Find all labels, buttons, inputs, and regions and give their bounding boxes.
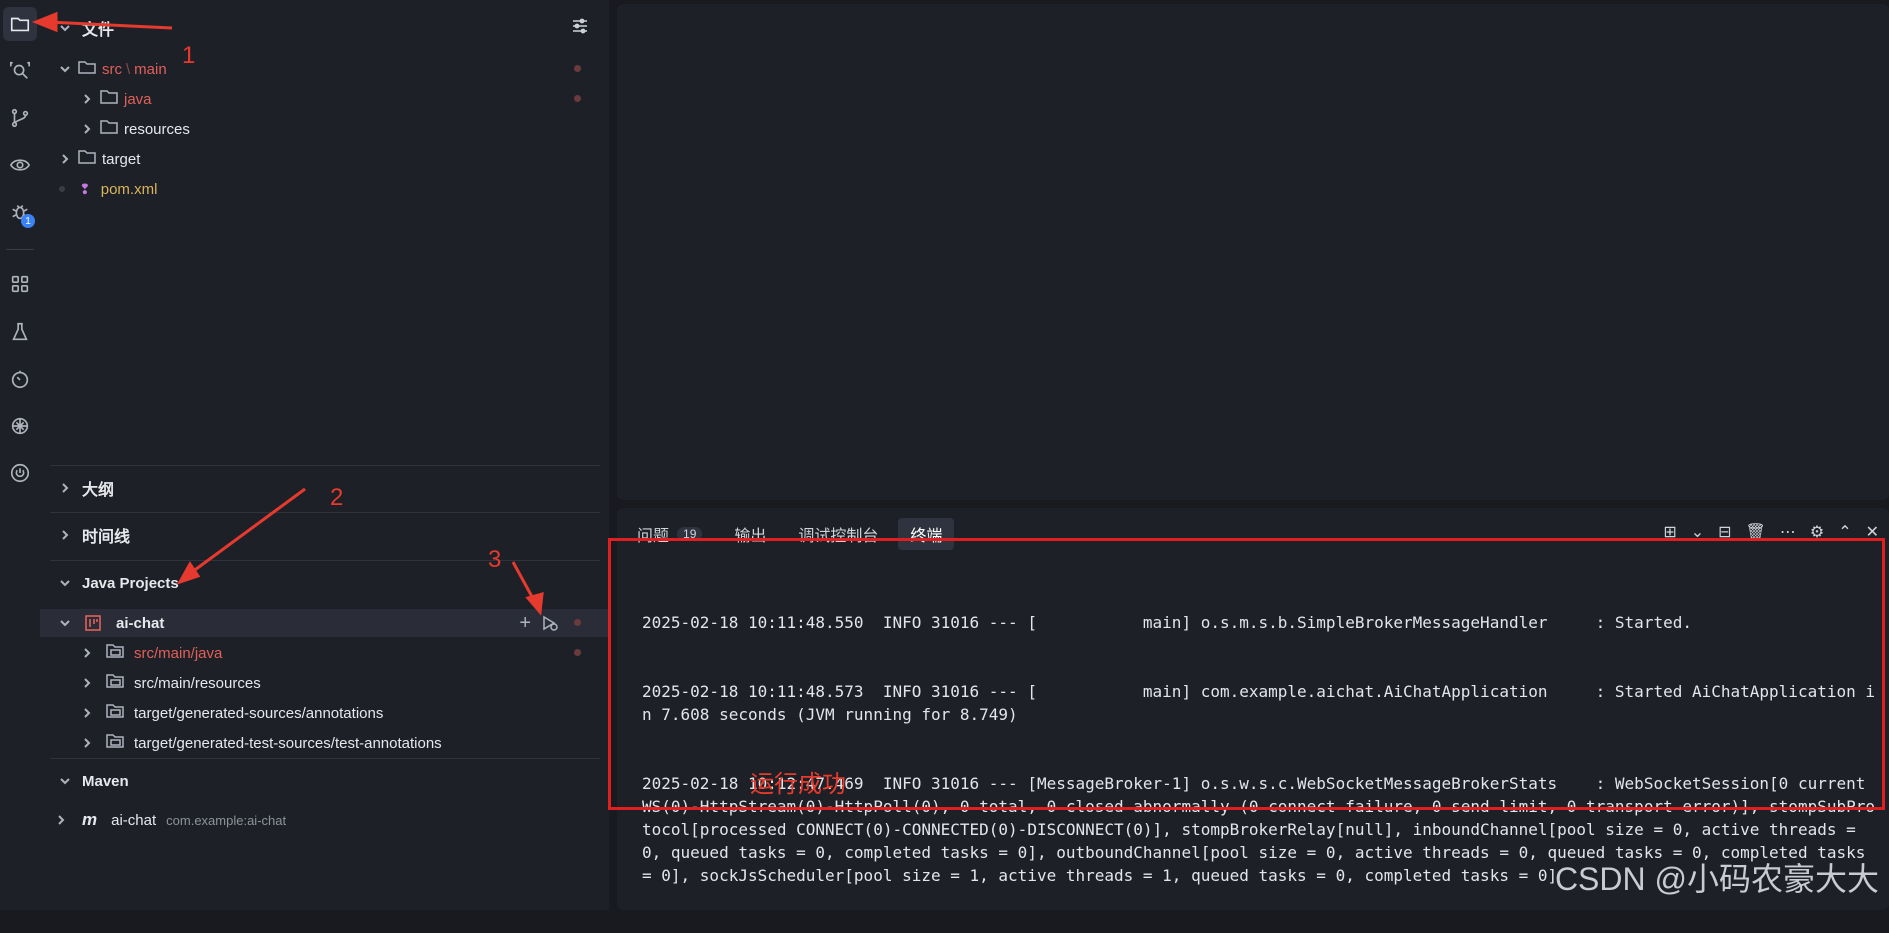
folder-label: src/main/resources — [134, 674, 261, 692]
java-projects-section-header[interactable]: Java Projects — [40, 569, 609, 597]
chevron-right-icon — [58, 481, 72, 495]
folder-icon — [100, 89, 118, 109]
java-label: java — [124, 90, 152, 108]
annotation-number-2: 2 — [330, 484, 344, 511]
chevron-right-icon — [58, 152, 72, 166]
java-folder-item[interactable]: src/main/resources — [40, 669, 609, 697]
path-separator: \ — [126, 60, 131, 78]
chevron-right-icon — [54, 813, 68, 827]
tree-item-pom[interactable]: ❢ pom.xml — [40, 175, 609, 203]
package-folder-icon — [106, 703, 124, 723]
folder-icon — [78, 149, 96, 169]
success-note: 运行成功 — [750, 771, 846, 798]
maven-project-name: ai-chat — [111, 811, 157, 829]
divider — [50, 465, 600, 466]
sidebar: 文件 src \ main java resources target ❢ po… — [40, 0, 609, 910]
change-dot — [574, 619, 581, 626]
chevron-right-icon — [80, 92, 94, 106]
main-label: main — [134, 60, 167, 78]
folder-icon[interactable] — [3, 7, 37, 41]
folder-icon — [100, 119, 118, 139]
debug-badge: 1 — [21, 214, 35, 228]
activity-bar: 1 — [0, 0, 40, 910]
power-icon[interactable] — [3, 456, 37, 490]
chevron-right-icon — [80, 646, 94, 660]
resources-label: resources — [124, 120, 190, 138]
maven-title: Maven — [82, 772, 129, 790]
divider — [50, 560, 600, 561]
chevron-right-icon — [80, 736, 94, 750]
tree-item-java[interactable]: java — [40, 85, 609, 113]
annotation-number-1: 1 — [182, 42, 196, 69]
project-name: ai-chat — [116, 614, 165, 632]
change-dot — [574, 65, 581, 72]
tree-item-resources[interactable]: resources — [40, 115, 609, 143]
outline-section-header[interactable]: 大纲 — [40, 474, 609, 502]
chevron-down-icon — [58, 616, 72, 630]
change-dot — [574, 95, 581, 102]
files-section-header[interactable]: 文件 — [40, 14, 609, 42]
package-folder-icon — [106, 643, 124, 663]
target-label: target — [102, 150, 141, 168]
timer-icon[interactable] — [3, 362, 37, 396]
folder-label: target/generated-sources/annotations — [134, 704, 384, 722]
package-folder-icon — [106, 733, 124, 753]
java-folder-item[interactable]: target/generated-sources/annotations — [40, 699, 609, 727]
java-folder-item[interactable]: src/main/java — [40, 639, 609, 667]
run-debug-icon[interactable] — [541, 614, 559, 632]
chevron-right-icon — [80, 122, 94, 136]
test-flask-icon[interactable] — [3, 315, 37, 349]
maven-file-icon: ❢ — [79, 180, 91, 197]
tree-item-src-main[interactable]: src \ main — [40, 55, 609, 83]
chevron-down-icon — [58, 576, 72, 590]
java-projects-title: Java Projects — [82, 574, 179, 592]
chevron-down-icon — [58, 21, 72, 35]
activity-separator — [6, 249, 34, 250]
chevron-right-icon — [80, 676, 94, 690]
search-code-icon[interactable] — [3, 54, 37, 88]
files-title: 文件 — [82, 22, 115, 39]
divider — [50, 512, 600, 513]
chevron-down-icon — [58, 774, 72, 788]
chevron-right-icon — [58, 528, 72, 542]
package-folder-icon — [106, 673, 124, 693]
java-project-ai-chat[interactable]: ai-chat + — [40, 609, 609, 637]
maven-project-item[interactable]: m ai-chat com.example:ai-chat — [40, 806, 609, 834]
eye-icon[interactable] — [3, 148, 37, 182]
debug-icon[interactable]: 1 — [3, 195, 37, 229]
add-icon[interactable]: + — [519, 612, 531, 635]
folder-label: src/main/java — [134, 644, 223, 662]
timeline-title: 时间线 — [82, 529, 131, 546]
outline-title: 大纲 — [82, 482, 115, 499]
filter-settings-icon[interactable] — [571, 17, 589, 39]
chevron-down-icon — [58, 62, 72, 76]
watermark: CSDN @小码农豪大大 — [1554, 861, 1879, 897]
branch-icon[interactable] — [3, 101, 37, 135]
chevron-right-icon — [80, 706, 94, 720]
bullet-dot — [59, 186, 65, 192]
folder-label: target/generated-test-sources/test-annot… — [134, 734, 442, 752]
divider — [50, 758, 600, 759]
java-folder-item[interactable]: target/generated-test-sources/test-annot… — [40, 729, 609, 757]
change-dot — [574, 649, 581, 656]
folder-open-icon — [78, 59, 96, 79]
project-icon — [84, 614, 102, 632]
timeline-section-header[interactable]: 时间线 — [40, 521, 609, 549]
src-label: src — [102, 60, 122, 78]
maven-coords: com.example:ai-chat — [166, 812, 287, 828]
editor-area[interactable] — [617, 4, 1889, 500]
ai-icon[interactable] — [3, 409, 37, 443]
annotation-number-3: 3 — [488, 546, 502, 573]
extensions-icon[interactable] — [3, 267, 37, 301]
pom-label: pom.xml — [100, 180, 158, 198]
maven-icon: m — [82, 810, 98, 829]
tree-item-target[interactable]: target — [40, 145, 609, 173]
maven-section-header[interactable]: Maven — [40, 767, 609, 795]
